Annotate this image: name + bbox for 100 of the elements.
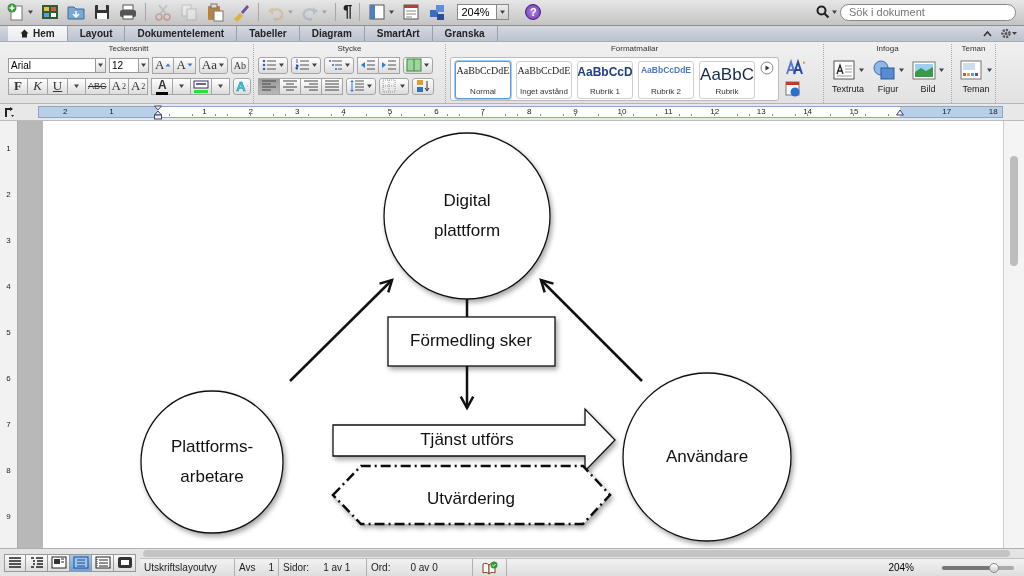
caret-icon[interactable] xyxy=(344,62,351,69)
caret-icon[interactable] xyxy=(217,62,225,69)
multilevel-list-button[interactable] xyxy=(324,56,354,74)
word-count: 0 av 0 xyxy=(410,562,438,573)
up-caret-icon[interactable] xyxy=(165,62,172,69)
text-box-button[interactable]: Textruta xyxy=(828,58,868,94)
search-options-button[interactable] xyxy=(816,5,838,20)
search-icon[interactable] xyxy=(816,5,830,20)
caret-icon[interactable] xyxy=(278,62,285,69)
caret-icon[interactable] xyxy=(938,66,945,73)
group-title: Infoga xyxy=(875,43,900,55)
spelling-check-icon[interactable] xyxy=(481,560,498,575)
shapes-icon[interactable] xyxy=(871,58,897,81)
tab-stop-icon[interactable] xyxy=(3,105,15,118)
clear-formatting-button[interactable]: Ab xyxy=(230,56,249,74)
underline-button[interactable]: U xyxy=(48,77,68,95)
indent-marker-icon[interactable] xyxy=(153,104,163,120)
zoom-field[interactable]: 204% xyxy=(457,4,498,21)
picture-button[interactable]: Bild xyxy=(908,58,948,94)
font-color-dropdown-button[interactable] xyxy=(173,77,192,95)
group-title: Stycke xyxy=(336,43,363,55)
numbered-list-icon[interactable] xyxy=(294,58,310,73)
ribbon-tab[interactable]: Diagram xyxy=(299,25,365,41)
bullet-list-button[interactable] xyxy=(258,56,288,74)
caret-icon[interactable] xyxy=(399,83,406,90)
caret-icon[interactable] xyxy=(73,83,80,90)
text-box-icon[interactable] xyxy=(831,58,857,81)
caret-icon[interactable] xyxy=(499,9,507,16)
window-icon[interactable] xyxy=(785,81,801,98)
shrink-font-button[interactable]: A xyxy=(174,56,196,74)
style-item[interactable]: AaBbCcDdE Inget avstånd xyxy=(516,60,572,99)
caret-icon[interactable] xyxy=(831,9,838,16)
change-case-button[interactable]: Aa xyxy=(198,56,228,74)
vertical-scrollbar[interactable] xyxy=(1003,120,1024,549)
numbered-list-button[interactable] xyxy=(291,56,321,74)
collapse-icon[interactable] xyxy=(983,29,992,37)
group-title: Teckensnitt xyxy=(107,43,150,55)
bullet-list-icon[interactable] xyxy=(261,58,277,73)
ruler-number: 4 xyxy=(341,106,346,117)
picture-icon[interactable] xyxy=(911,58,937,81)
font-size-field[interactable]: 12 xyxy=(109,57,138,73)
pages-label: Sidor: xyxy=(283,562,310,573)
sidebar-icon[interactable] xyxy=(367,2,388,23)
ruler-number: 2 xyxy=(62,106,68,117)
group-title: Formatmallar xyxy=(609,43,660,55)
caret-icon[interactable] xyxy=(27,9,34,16)
ruler-number: 3 xyxy=(294,106,300,117)
caret-icon[interactable] xyxy=(311,62,318,69)
connector-line xyxy=(465,298,469,317)
zoom-dropdown-button[interactable] xyxy=(497,4,510,21)
home-icon[interactable] xyxy=(20,28,29,38)
ribbon-tab[interactable]: SmartArt xyxy=(364,25,433,41)
new-document-icon[interactable] xyxy=(6,2,26,23)
bold-button[interactable]: F xyxy=(8,77,28,95)
font-dropdown-button[interactable] xyxy=(95,57,106,73)
font-name-field[interactable]: Arial xyxy=(8,57,95,73)
slider-thumb[interactable] xyxy=(988,562,999,573)
ruler-number: 8 xyxy=(526,106,532,117)
zoom-slider[interactable] xyxy=(942,565,1014,570)
caret-icon[interactable] xyxy=(217,83,225,90)
multilevel-list-icon[interactable] xyxy=(327,58,343,73)
caret-icon[interactable] xyxy=(986,66,993,73)
caret-icon[interactable] xyxy=(858,66,865,73)
theme-button[interactable]: Teman xyxy=(956,58,996,94)
strikethrough-button[interactable]: ABC xyxy=(86,77,110,95)
size-dropdown-button[interactable] xyxy=(138,57,149,73)
caret-icon[interactable] xyxy=(140,62,147,69)
shapes-button[interactable]: Figur xyxy=(868,58,908,94)
grow-font-button[interactable]: A xyxy=(152,56,175,74)
ruler-number: 13 xyxy=(756,106,766,117)
style-item[interactable]: AaBbCcDdE Normal xyxy=(455,60,511,99)
right-indent-marker-icon[interactable] xyxy=(895,108,905,116)
help-button[interactable]: ? xyxy=(525,4,542,21)
caret-icon[interactable] xyxy=(423,62,430,69)
caret-icon[interactable] xyxy=(898,66,905,73)
style-item[interactable]: AaBbCcD Rubrik 1 xyxy=(577,60,633,99)
search-field[interactable]: Sök i dokument xyxy=(840,3,1016,21)
more-styles-icon[interactable] xyxy=(760,60,774,75)
ribbon-tab[interactable]: Tabeller xyxy=(237,25,300,41)
letters-sparkle-icon[interactable] xyxy=(785,58,807,77)
ribbon-tab[interactable]: Layout xyxy=(67,25,126,41)
caret-icon[interactable] xyxy=(186,62,193,69)
color-bar-icon xyxy=(156,91,169,95)
node-label: Tjänst utförs xyxy=(419,428,515,451)
ribbon-tab[interactable]: Granska xyxy=(432,25,498,41)
style-item[interactable]: AaBbCcDdE Rubrik 2 xyxy=(638,60,694,99)
caret-icon[interactable] xyxy=(97,62,104,69)
style-item[interactable]: AaBbC Rubrik xyxy=(699,60,755,99)
ribbon-tab[interactable]: Dokumentelement xyxy=(125,25,238,41)
caret-icon[interactable] xyxy=(178,83,186,90)
ruler-number: 12 xyxy=(710,106,720,117)
italic-button[interactable]: K xyxy=(28,77,48,95)
caret-icon[interactable] xyxy=(388,9,396,16)
gear-icon[interactable] xyxy=(1000,27,1018,39)
font-color-button[interactable]: A xyxy=(151,77,174,95)
caret-icon[interactable] xyxy=(366,83,373,90)
formatting-marks-button[interactable]: ¶ xyxy=(341,1,355,24)
ruler-number: 11 xyxy=(664,106,673,117)
theme-icon[interactable] xyxy=(959,58,985,81)
ruler-number: 5 xyxy=(5,327,12,337)
